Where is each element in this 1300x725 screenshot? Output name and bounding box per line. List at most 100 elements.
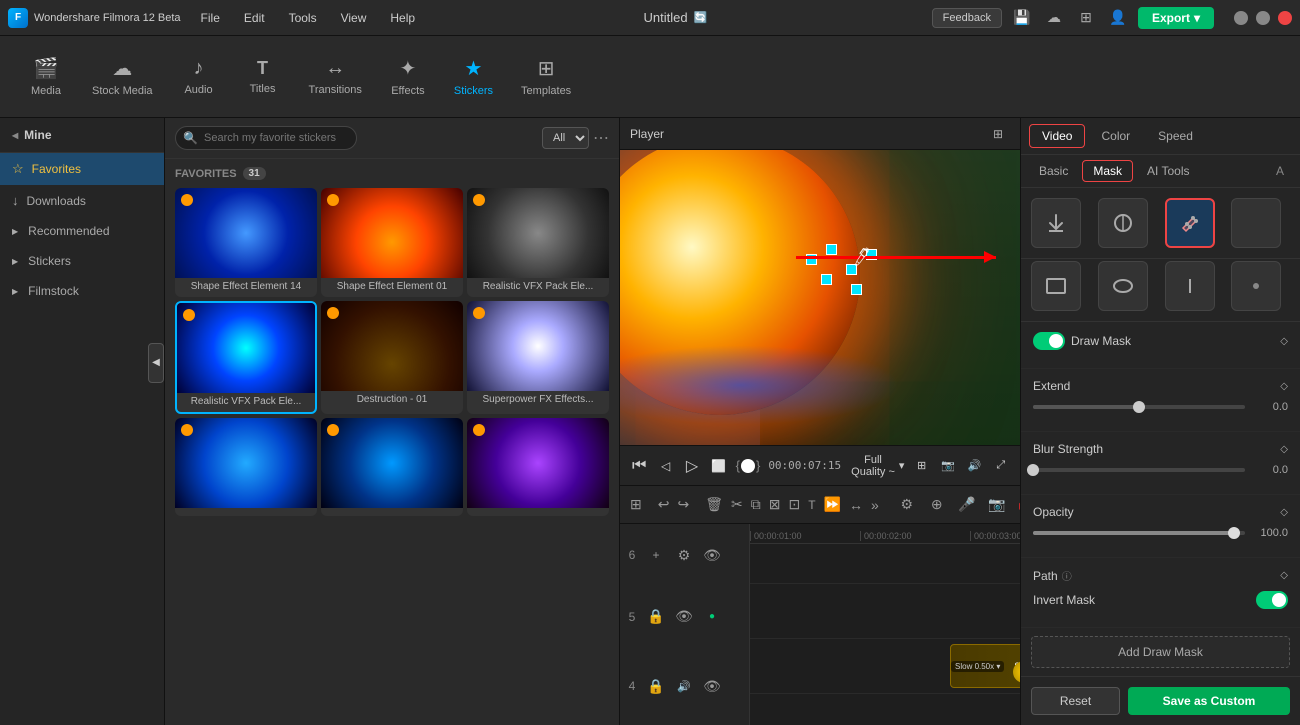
- sticker-item[interactable]: Destruction - 01: [321, 301, 463, 414]
- more-tl-button[interactable]: »: [871, 493, 879, 517]
- sticker-item[interactable]: Realistic VFX Pack Ele...: [467, 188, 609, 297]
- user-icon-btn[interactable]: 👤: [1106, 6, 1130, 30]
- sticker-item-selected[interactable]: Realistic VFX Pack Ele...: [175, 301, 317, 414]
- sidebar-item-favorites[interactable]: ☆ Favorites: [0, 153, 164, 185]
- save-icon-btn[interactable]: 💾: [1010, 6, 1034, 30]
- menu-edit[interactable]: Edit: [240, 9, 269, 27]
- search-input[interactable]: [175, 126, 357, 150]
- more-options-button[interactable]: ⋯: [593, 128, 609, 148]
- blur-slider[interactable]: [1033, 468, 1245, 472]
- extend-slider[interactable]: [1033, 405, 1245, 409]
- reverse-button[interactable]: ↔: [849, 493, 863, 517]
- fullscreen-button[interactable]: ⤢: [992, 454, 1010, 478]
- sub-tab-ai-tools[interactable]: AI Tools: [1137, 161, 1199, 181]
- circle-mask-button[interactable]: [1098, 198, 1148, 248]
- sticker-item[interactable]: [175, 418, 317, 516]
- toolbar-titles[interactable]: T Titles: [233, 50, 293, 103]
- tab-video[interactable]: Video: [1029, 124, 1085, 148]
- track-eye-6[interactable]: 👁: [700, 543, 724, 567]
- mask-point[interactable]: [821, 274, 832, 285]
- mic-button[interactable]: 🎤: [955, 493, 979, 517]
- toolbar-transitions[interactable]: ↔ Transitions: [297, 49, 374, 104]
- sidebar-item-recommended[interactable]: ▶ Recommended: [0, 216, 164, 246]
- keyframe-diamond-icon[interactable]: ◇: [1280, 381, 1288, 392]
- save-as-custom-button[interactable]: Save as Custom: [1128, 687, 1290, 715]
- panel-collapse-button[interactable]: ◀: [148, 343, 164, 383]
- track-settings-6[interactable]: ⚙: [672, 543, 696, 567]
- step-back-button[interactable]: ◁: [656, 454, 674, 478]
- menu-file[interactable]: File: [197, 9, 224, 27]
- copy-button[interactable]: ⧉: [751, 493, 761, 517]
- add-draw-mask-button[interactable]: Add Draw Mask: [1031, 636, 1290, 668]
- invert-mask-toggle[interactable]: [1256, 591, 1288, 609]
- stop-button[interactable]: ⬜: [709, 454, 727, 478]
- text-button[interactable]: T: [808, 493, 815, 517]
- snap-button[interactable]: ⊕: [925, 493, 949, 517]
- track-audio-4[interactable]: 🔊: [672, 674, 696, 698]
- track-mute-5[interactable]: ●: [700, 605, 724, 629]
- close-button[interactable]: ✕: [1278, 11, 1292, 25]
- sidebar-item-downloads[interactable]: ↓ Downloads: [0, 185, 164, 216]
- play-button[interactable]: ▷: [683, 454, 701, 478]
- settings-button[interactable]: ⚙: [895, 493, 919, 517]
- toolbar-stock[interactable]: ☁ Stock Media: [80, 48, 165, 105]
- keyframe-diamond-icon[interactable]: ◇: [1280, 336, 1288, 347]
- info-icon[interactable]: ⓘ: [1062, 568, 1072, 583]
- quality-button[interactable]: Full Quality ~ ▾: [849, 454, 904, 478]
- oval-mask-button[interactable]: [1098, 261, 1148, 311]
- sticker-item[interactable]: Superpower FX Effects...: [467, 301, 609, 414]
- add-track-button[interactable]: +: [644, 543, 668, 567]
- sticker-item[interactable]: [321, 418, 463, 516]
- minimize-button[interactable]: —: [1234, 11, 1248, 25]
- timeline-clip[interactable]: Slow 0.50x ▾ Shape Effect Elemen...: [950, 644, 1020, 688]
- undo-button[interactable]: ↩: [658, 493, 670, 517]
- rect-mask-button[interactable]: [1031, 261, 1081, 311]
- menu-help[interactable]: Help: [386, 9, 419, 27]
- grid-icon-btn[interactable]: ⊞: [1074, 6, 1098, 30]
- feedback-button[interactable]: Feedback: [932, 8, 1002, 28]
- keyframe-diamond-icon[interactable]: ◇: [1280, 507, 1288, 518]
- redo-button[interactable]: ↪: [677, 493, 689, 517]
- camera-button[interactable]: 📷: [985, 493, 1009, 517]
- toolbar-effects[interactable]: ✦ Effects: [378, 48, 438, 105]
- screenshot-button[interactable]: 📷: [939, 454, 957, 478]
- volume-button[interactable]: 🔊: [965, 454, 983, 478]
- mask-point[interactable]: [826, 244, 837, 255]
- tab-speed[interactable]: Speed: [1146, 125, 1205, 147]
- reset-button[interactable]: Reset: [1031, 687, 1120, 715]
- sidebar-item-stickers[interactable]: ▶ Stickers: [0, 246, 164, 276]
- opacity-slider[interactable]: [1033, 531, 1245, 535]
- tab-color[interactable]: Color: [1089, 125, 1142, 147]
- extra-mask-button[interactable]: [1231, 198, 1281, 248]
- sticker-item[interactable]: Shape Effect Element 14: [175, 188, 317, 297]
- trim-button[interactable]: ⊠: [769, 493, 781, 517]
- keyframe-diamond-icon[interactable]: ◇: [1280, 444, 1288, 455]
- track-eye-5[interactable]: 👁: [672, 605, 696, 629]
- aspect-ratio-button[interactable]: ⊞: [912, 454, 930, 478]
- sidebar-item-filmstock[interactable]: ▶ Filmstock: [0, 276, 164, 306]
- extend-thumb[interactable]: [1133, 401, 1145, 413]
- filter-select[interactable]: All: [542, 127, 589, 149]
- cloud-icon-btn[interactable]: ☁: [1042, 6, 1066, 30]
- player-settings-icon[interactable]: ⊞: [986, 122, 1010, 146]
- track-eye-4[interactable]: 👁: [700, 674, 724, 698]
- draw-mask-toggle[interactable]: [1033, 332, 1065, 350]
- scene-detect-button[interactable]: ⊞: [630, 493, 642, 517]
- blur-thumb[interactable]: [1027, 464, 1039, 476]
- ai-extra-tab[interactable]: A: [1268, 161, 1292, 181]
- toolbar-stickers[interactable]: ★ Stickers: [442, 48, 505, 105]
- track-lock-4[interactable]: 🔒: [644, 674, 668, 698]
- pen-mask-button[interactable]: [1165, 198, 1215, 248]
- skip-back-button[interactable]: ⏮: [630, 454, 648, 478]
- line-mask-button[interactable]: [1165, 261, 1215, 311]
- maximize-button[interactable]: ⬜: [1256, 11, 1270, 25]
- cut-button[interactable]: ✂: [731, 493, 743, 517]
- track-lock-5[interactable]: 🔒: [644, 605, 668, 629]
- crop-button[interactable]: ⊡: [788, 493, 800, 517]
- mask-point[interactable]: [851, 284, 862, 295]
- sub-tab-basic[interactable]: Basic: [1029, 161, 1078, 181]
- toolbar-audio[interactable]: ♪ Audio: [169, 49, 229, 104]
- delete-button[interactable]: 🗑: [705, 493, 723, 517]
- toolbar-media[interactable]: 🎬 Media: [16, 48, 76, 105]
- download-mask-button[interactable]: [1031, 198, 1081, 248]
